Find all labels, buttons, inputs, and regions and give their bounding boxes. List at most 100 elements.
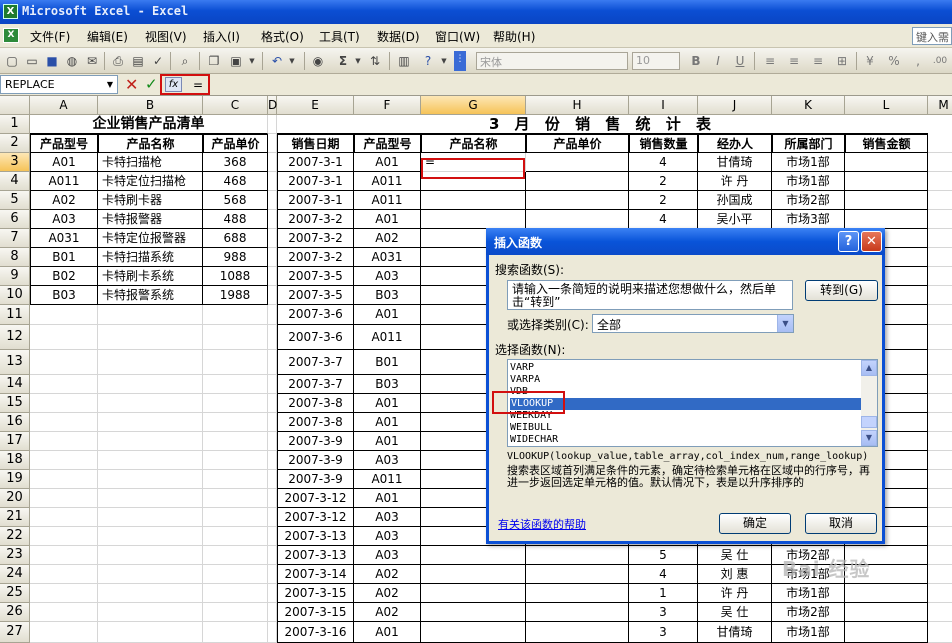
italic-icon[interactable]: I	[710, 53, 726, 69]
left-table-cell[interactable]: 688	[203, 229, 268, 248]
right-table-cell[interactable]: 2007-3-13	[277, 527, 354, 546]
right-table-cell[interactable]: 2007-3-5	[277, 267, 354, 286]
right-table-cell[interactable]: 孙国成	[698, 191, 772, 210]
right-table-header[interactable]: 销售金额	[845, 134, 928, 153]
function-item[interactable]: VARPA	[510, 374, 540, 386]
row-header-1[interactable]: 1	[0, 115, 30, 134]
right-table-cell[interactable]: A03	[354, 508, 421, 527]
select-all-corner[interactable]	[0, 96, 30, 115]
function-item[interactable]: VARP	[510, 362, 534, 374]
empty-cell[interactable]	[30, 394, 98, 413]
left-table-header[interactable]: 产品型号	[30, 134, 98, 153]
left-table-cell[interactable]: B01	[30, 248, 98, 267]
empty-cell[interactable]	[928, 305, 952, 325]
right-table-cell[interactable]	[845, 584, 928, 603]
hyperlink-icon[interactable]: ◉	[310, 53, 326, 69]
right-table-cell[interactable]	[526, 565, 629, 584]
left-table-cell[interactable]: B02	[30, 267, 98, 286]
right-table-cell[interactable]: 市场1部	[772, 172, 845, 191]
save-icon[interactable]: ■	[44, 53, 60, 69]
empty-cell[interactable]	[30, 375, 98, 394]
empty-cell[interactable]	[98, 622, 203, 643]
right-table-header[interactable]: 经办人	[698, 134, 772, 153]
column-d-cell[interactable]	[268, 470, 277, 489]
right-table-cell[interactable]: 市场2部	[772, 191, 845, 210]
column-d-cell[interactable]	[268, 489, 277, 508]
column-d-cell[interactable]	[268, 565, 277, 584]
right-table-cell[interactable]	[526, 210, 629, 229]
right-table-header[interactable]: 销售数量	[629, 134, 698, 153]
scroll-down-icon[interactable]: ▼	[861, 430, 877, 446]
row-header-11[interactable]: 11	[0, 305, 30, 325]
right-table-cell[interactable]: 5	[629, 546, 698, 565]
right-table-cell[interactable]: 2007-3-7	[277, 375, 354, 394]
ok-button[interactable]: 确定	[719, 513, 791, 534]
paste-icon[interactable]: ▣	[228, 53, 244, 69]
right-table-cell[interactable]	[845, 153, 928, 172]
right-table-cell[interactable]: A011	[354, 191, 421, 210]
name-box[interactable]: REPLACE ▼	[0, 75, 118, 94]
menu-edit[interactable]: 编辑(E)	[87, 28, 128, 45]
row-header-9[interactable]: 9	[0, 267, 30, 286]
right-table-cell[interactable]	[845, 603, 928, 622]
menu-insert[interactable]: 插入(I)	[203, 28, 240, 45]
right-table-cell[interactable]: A01	[354, 305, 421, 325]
research-icon[interactable]: ⌕	[177, 53, 193, 69]
right-table-cell[interactable]	[421, 603, 526, 622]
right-table-cell[interactable]: 2	[629, 172, 698, 191]
left-table-cell[interactable]: 卡特报警系统	[98, 286, 203, 305]
row-header-26[interactable]: 26	[0, 603, 30, 622]
right-table-cell[interactable]: 市场1部	[772, 622, 845, 643]
column-d-cell[interactable]	[268, 527, 277, 546]
underline-icon[interactable]: U	[732, 53, 748, 69]
column-header-c[interactable]: C	[203, 96, 268, 115]
align-right-icon[interactable]: ≡	[810, 53, 826, 69]
empty-cell[interactable]	[203, 508, 268, 527]
empty-cell[interactable]	[928, 375, 952, 394]
left-table-cell[interactable]: A011	[30, 172, 98, 191]
empty-cell[interactable]	[98, 470, 203, 489]
empty-cell[interactable]	[928, 172, 952, 191]
row-header-3[interactable]: 3	[0, 153, 30, 172]
right-table-cell[interactable]: A01	[354, 413, 421, 432]
empty-cell[interactable]	[98, 305, 203, 325]
left-table-cell[interactable]: 卡特刷卡器	[98, 191, 203, 210]
right-table-cell[interactable]: A02	[354, 584, 421, 603]
empty-cell[interactable]	[98, 584, 203, 603]
column-header-k[interactable]: K	[772, 96, 845, 115]
row-header-10[interactable]: 10	[0, 286, 30, 305]
row-header-23[interactable]: 23	[0, 546, 30, 565]
chevron-down-icon[interactable]: ▼	[103, 76, 117, 93]
column-d-cell[interactable]	[268, 432, 277, 451]
column-d-cell[interactable]	[268, 267, 277, 286]
column-d-cell[interactable]	[268, 413, 277, 432]
column-d-cell[interactable]	[268, 210, 277, 229]
left-table-header[interactable]: 产品名称	[98, 134, 203, 153]
help-button[interactable]: ?	[838, 231, 859, 252]
right-table-header[interactable]: 所属部门	[772, 134, 845, 153]
column-header-l[interactable]: L	[845, 96, 928, 115]
empty-cell[interactable]	[928, 134, 952, 153]
empty-cell[interactable]	[928, 350, 952, 375]
empty-cell[interactable]	[203, 489, 268, 508]
right-table-cell[interactable]: 2007-3-9	[277, 432, 354, 451]
empty-cell[interactable]	[928, 229, 952, 248]
right-table-cell[interactable]	[845, 210, 928, 229]
left-table-cell[interactable]: A01	[30, 153, 98, 172]
empty-cell[interactable]	[203, 325, 268, 350]
empty-cell[interactable]	[203, 350, 268, 375]
right-table-cell[interactable]: 2007-3-15	[277, 584, 354, 603]
column-d-cell[interactable]	[268, 508, 277, 527]
font-size-box[interactable]: 10	[632, 52, 680, 70]
right-table-cell[interactable]: 2007-3-8	[277, 394, 354, 413]
empty-cell[interactable]	[98, 394, 203, 413]
left-table-cell[interactable]: A03	[30, 210, 98, 229]
right-table-cell[interactable]	[421, 210, 526, 229]
row-header-4[interactable]: 4	[0, 172, 30, 191]
right-table-cell[interactable]: A03	[354, 451, 421, 470]
empty-cell[interactable]	[203, 375, 268, 394]
empty-cell[interactable]	[203, 527, 268, 546]
empty-cell[interactable]	[98, 565, 203, 584]
empty-cell[interactable]	[203, 565, 268, 584]
row-header-14[interactable]: 14	[0, 375, 30, 394]
